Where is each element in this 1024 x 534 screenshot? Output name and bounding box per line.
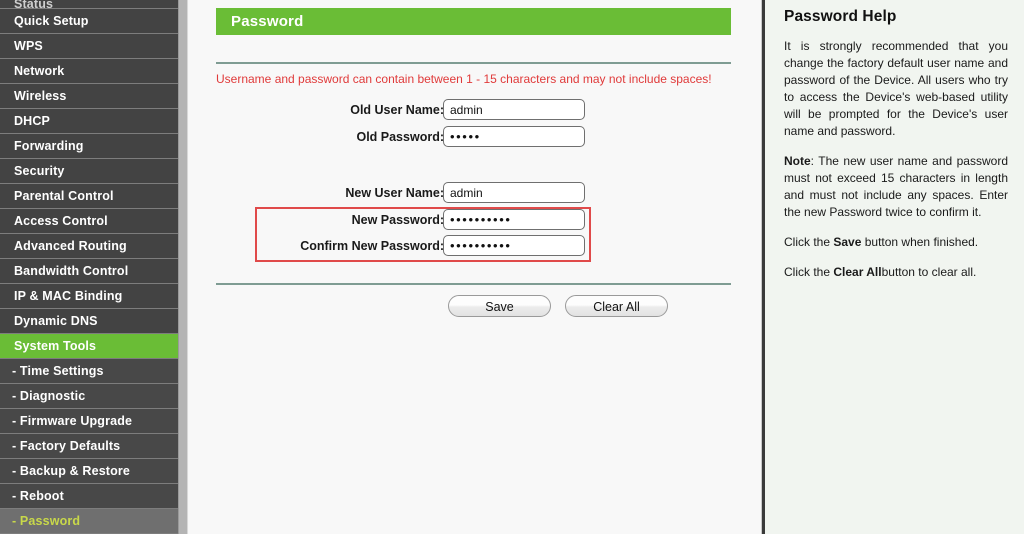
sidebar-item-list: Quick Setup WPS Network Wireless DHCP Forward… [0,9,178,533]
help-clear-pre: Click the [784,265,834,279]
validation-warning-text: Username and password can contain betwee… [216,72,712,86]
sidebar-item-password[interactable]: - Password [0,509,178,533]
sidebar-item-advanced-routing[interactable]: Advanced Routing [0,234,178,258]
sidebar-item-quick-setup[interactable]: Quick Setup [0,9,178,33]
sidebar-item-reboot[interactable]: - Reboot [0,484,178,508]
sidebar-item-status-partial[interactable]: Status [0,0,178,8]
label-old-password: Old Password: [356,130,444,144]
sidebar-item-diagnostic[interactable]: - Diagnostic [0,384,178,408]
sidebar-item-firmware-upgrade[interactable]: - Firmware Upgrade [0,409,178,433]
divider-top [216,62,731,64]
sidebar-item-wps[interactable]: WPS [0,34,178,58]
save-button[interactable]: Save [448,295,551,317]
help-title: Password Help [784,8,897,25]
page-title: Password [216,8,731,35]
sidebar-item-dynamic-dns[interactable]: Dynamic DNS [0,309,178,333]
help-clear-keyword: Clear All [833,265,882,279]
sidebar-item-bandwidth-control[interactable]: Bandwidth Control [0,259,178,283]
sidebar-item-wireless[interactable]: Wireless [0,84,178,108]
sidebar-navigation: Status Quick Setup WPS Network Wireless DHCP… [0,0,178,534]
help-paragraph-clear: Click the Clear Allbutton to clear all. [784,264,1014,281]
sidebar-scrollbar-gutter[interactable] [178,0,188,534]
label-old-user-name: Old User Name: [350,103,444,117]
main-content: Password Username and password can conta… [189,0,761,534]
help-save-keyword: Save [833,235,862,249]
help-paragraph-save: Click the Save button when finished. [784,234,1014,251]
form-row-old-password: Old Password: [189,126,761,148]
new-password-highlight-box [255,207,591,262]
sidebar-item-dhcp[interactable]: DHCP [0,109,178,133]
sidebar-item-parental-control[interactable]: Parental Control [0,184,178,208]
help-note-body: : The new user name and password must no… [784,154,1008,219]
label-new-user-name: New User Name: [345,186,444,200]
form-row-old-user-name: Old User Name: [189,99,761,121]
help-panel: Password Help It is strongly recommended… [765,0,1024,534]
help-paragraph-note: Note: The new user name and password mus… [784,153,1014,221]
input-old-password[interactable] [443,126,585,147]
input-old-user-name[interactable] [443,99,585,120]
sidebar-item-backup-restore[interactable]: - Backup & Restore [0,459,178,483]
help-save-post: button when finished. [861,235,979,249]
help-clear-post: button to clear all. [881,265,977,279]
sidebar-item-access-control[interactable]: Access Control [0,209,178,233]
sidebar-item-ip-mac-binding[interactable]: IP & MAC Binding [0,284,178,308]
sidebar-item-security[interactable]: Security [0,159,178,183]
help-save-pre: Click the [784,235,834,249]
form-row-new-user-name: New User Name: [189,182,761,204]
divider-bottom [216,283,731,285]
clear-all-button[interactable]: Clear All [565,295,668,317]
help-paragraph-intro: It is strongly recommended that you chan… [784,39,1008,138]
sidebar-item-factory-defaults[interactable]: - Factory Defaults [0,434,178,458]
sidebar-item-system-tools[interactable]: System Tools [0,334,178,358]
router-admin-page: Status Quick Setup WPS Network Wireless DHCP… [0,0,1024,534]
input-new-user-name[interactable] [443,182,585,203]
help-note-label: Note [784,154,811,168]
form-actions: Save Clear All [189,295,761,319]
sidebar-item-time-settings[interactable]: - Time Settings [0,359,178,383]
sidebar-item-network[interactable]: Network [0,59,178,83]
sidebar-item-forwarding[interactable]: Forwarding [0,134,178,158]
